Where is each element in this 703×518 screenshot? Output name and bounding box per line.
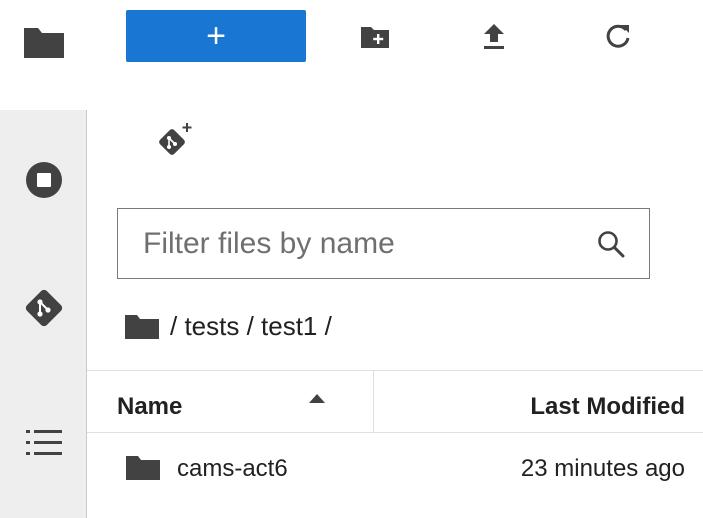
file-last-modified: 23 minutes ago xyxy=(520,455,685,482)
file-list-header: Name Last Modified xyxy=(87,370,703,433)
filter-box xyxy=(117,208,650,279)
refresh-icon[interactable] xyxy=(604,22,632,50)
breadcrumb-path[interactable]: / tests / test1 / xyxy=(170,311,332,342)
stop-circle-icon[interactable] xyxy=(24,160,64,200)
breadcrumb: / tests / test1 / xyxy=(124,308,332,344)
table-row[interactable]: cams-act6 23 minutes ago xyxy=(87,433,703,499)
folder-icon xyxy=(126,456,160,480)
filter-input[interactable] xyxy=(119,210,579,277)
upload-icon[interactable] xyxy=(482,22,506,50)
git-plus-icon[interactable] xyxy=(156,122,196,158)
left-sidebar xyxy=(0,110,87,518)
file-name: cams-act6 xyxy=(177,455,288,482)
sort-ascending-icon[interactable] xyxy=(307,391,327,405)
new-launcher-button[interactable]: + xyxy=(126,10,306,62)
folder-icon[interactable] xyxy=(124,312,160,340)
new-folder-icon[interactable] xyxy=(360,25,390,49)
folder-icon[interactable] xyxy=(22,24,66,60)
column-header-last-modified[interactable]: Last Modified xyxy=(530,393,685,421)
list-icon[interactable] xyxy=(26,428,62,458)
column-header-name[interactable]: Name xyxy=(117,393,182,421)
plus-label: + xyxy=(206,17,226,55)
column-divider[interactable] xyxy=(373,371,374,432)
search-icon[interactable] xyxy=(596,229,626,259)
git-icon[interactable] xyxy=(22,286,66,330)
filebrowser-tab-area xyxy=(0,0,87,110)
